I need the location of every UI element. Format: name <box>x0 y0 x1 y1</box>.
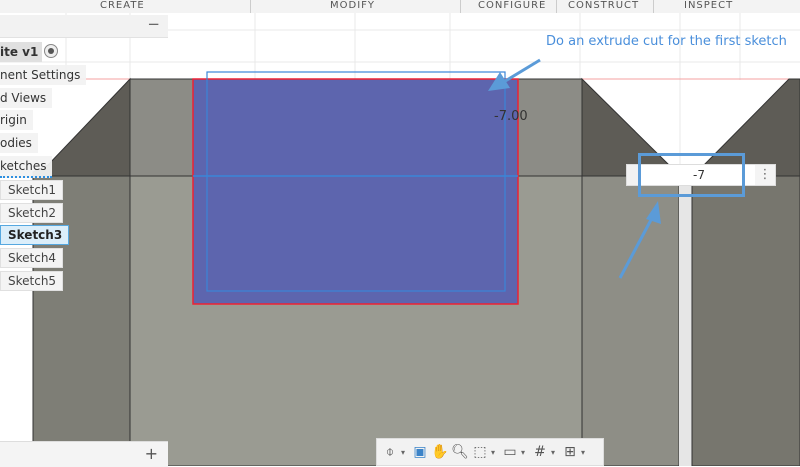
chevron-down-icon[interactable]: ▾ <box>581 448 589 457</box>
sketch-item[interactable]: Sketch4 <box>0 248 64 268</box>
sketch-item[interactable]: Sketch5 <box>0 271 64 291</box>
browser-item-bodies[interactable]: odies <box>0 133 38 153</box>
chevron-down-icon[interactable]: ▾ <box>551 448 559 457</box>
collapse-button[interactable]: − <box>147 15 160 33</box>
tab-configure[interactable]: CONFIGURE <box>478 0 546 12</box>
tab-inspect[interactable]: INSPECT <box>684 0 733 12</box>
browser-header: − <box>0 15 168 38</box>
tab-create[interactable]: CREATE <box>100 0 145 12</box>
sketch-item[interactable]: Sketch2 <box>0 203 64 223</box>
comments-panel: + <box>0 441 168 467</box>
browser-item-document-settings[interactable]: nent Settings <box>0 65 87 85</box>
chevron-down-icon[interactable]: ▾ <box>491 448 499 457</box>
body2-front <box>691 175 800 466</box>
tab-modify[interactable]: MODIFY <box>330 0 375 12</box>
toolbar: CREATE MODIFY CONFIGURE CONSTRUCT INSPEC… <box>0 0 800 13</box>
chevron-down-icon[interactable]: ▾ <box>521 448 529 457</box>
more-options-icon[interactable]: ⋮ <box>755 165 775 185</box>
slot-gap <box>679 176 692 466</box>
look-at-icon[interactable]: ▣ <box>411 444 429 460</box>
tab-construct[interactable]: CONSTRUCT <box>568 0 639 12</box>
browser-item-sketches[interactable]: ketches <box>0 156 53 178</box>
browser-root[interactable]: ite v1 <box>0 42 43 62</box>
chevron-down-icon[interactable]: ▾ <box>401 448 409 457</box>
grid-icon[interactable]: # <box>531 444 549 460</box>
zoom-icon[interactable]: 🔍︎ <box>451 444 469 460</box>
dimension-label: -7.00 <box>494 109 528 124</box>
add-comment-button[interactable]: + <box>145 444 158 463</box>
3d-viewport[interactable] <box>0 0 800 466</box>
sketch-item[interactable]: Sketch1 <box>0 180 64 200</box>
body-front-right <box>581 175 680 466</box>
viewports-icon[interactable]: ⊞ <box>561 444 579 460</box>
activate-radio-icon[interactable] <box>44 44 58 58</box>
annotation-text: Do an extrude cut for the first sketch <box>546 34 787 49</box>
navigation-bar: ⌽ ▾ ▣ ✋ 🔍︎ ⬚ ▾ ▭ ▾ # ▾ ⊞ ▾ <box>376 438 604 466</box>
display-settings-icon[interactable]: ▭ <box>501 444 519 460</box>
highlight-box <box>638 153 745 197</box>
sketch-item-active[interactable]: Sketch3 <box>0 225 70 245</box>
browser-item-named-views[interactable]: d Views <box>0 88 53 108</box>
sketch-profile <box>192 78 519 305</box>
pan-icon[interactable]: ✋ <box>431 444 449 460</box>
browser-item-origin[interactable]: rigin <box>0 110 33 130</box>
fit-icon[interactable]: ⬚ <box>471 444 489 460</box>
orbit-icon[interactable]: ⌽ <box>381 444 399 460</box>
